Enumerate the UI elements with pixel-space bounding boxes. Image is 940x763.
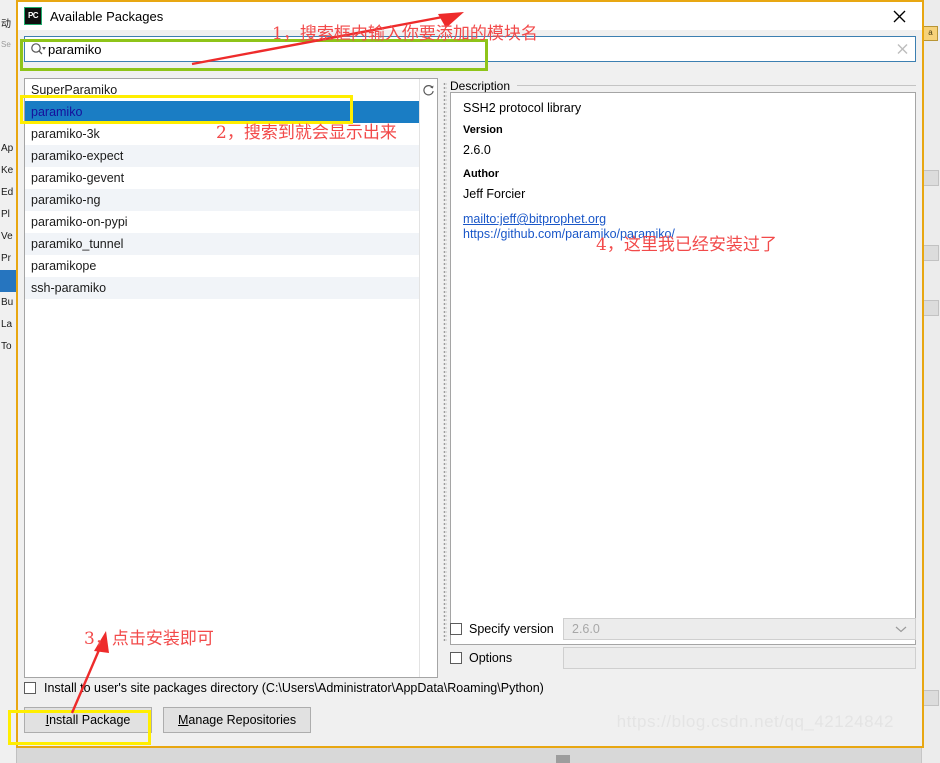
project-home-link[interactable]: https://github.com/paramiko/paramiko/ (463, 227, 905, 241)
version-value: 2.6.0 (463, 143, 491, 157)
search-row: paramiko (18, 30, 922, 62)
version-select[interactable]: 2.6.0 (563, 618, 916, 640)
dialog-footer: Install to user's site packages director… (24, 678, 916, 740)
bg-item: Ap (1, 143, 14, 154)
search-icon (30, 42, 46, 57)
package-list-item[interactable]: SuperParamiko (25, 79, 420, 101)
package-list-scrollbar[interactable] (419, 79, 437, 677)
dialog-title: Available Packages (50, 8, 164, 24)
options-checkbox[interactable] (450, 652, 462, 664)
package-list-panel: SuperParamiko paramiko paramiko-3k paramiko… (24, 78, 438, 678)
author-value: Jeff Forcier (463, 187, 526, 201)
author-label: Author (463, 168, 500, 180)
specify-version-label: Specify version (469, 622, 554, 636)
install-button-label: nstall Package (49, 713, 131, 727)
bg-item: Se (1, 40, 11, 49)
package-list-item[interactable]: paramiko-expect (25, 145, 420, 167)
bg-item: Ed (1, 187, 14, 198)
package-list[interactable]: SuperParamiko paramiko paramiko-3k paramiko… (25, 79, 420, 677)
dialog-titlebar: PC Available Packages (18, 2, 922, 30)
footer-buttons: Install Package Manage Repositories (24, 707, 916, 733)
pycharm-icon: PC (24, 7, 42, 25)
bg-item: Bu (1, 297, 14, 308)
specify-version-row: Specify version 2.6.0 (450, 618, 916, 640)
options-row: Options (450, 647, 916, 669)
available-packages-dialog: PC Available Packages paramiko SuperPara… (16, 0, 924, 748)
close-button[interactable] (876, 2, 922, 30)
search-input[interactable]: paramiko (24, 36, 916, 62)
background-scroll-segment (922, 170, 939, 186)
pane-splitter[interactable] (440, 78, 450, 678)
taskbar-nub (556, 755, 570, 763)
close-icon (893, 10, 905, 22)
description-panel: Description SSH2 protocol library Versio… (450, 78, 916, 678)
description-content: SSH2 protocol library Version 2.6.0 Auth… (450, 92, 916, 645)
bg-item-selected (0, 270, 16, 292)
background-ide-left-strip: 动 Se Ap Ke Ed Pl Ve Pr Bu La To (0, 0, 17, 763)
manage-repositories-button[interactable]: Manage Repositories (163, 707, 312, 733)
legend-divider (517, 85, 916, 86)
bg-item: Ve (1, 231, 13, 242)
package-list-item[interactable]: ssh-paramiko (25, 277, 420, 299)
user-site-row: Install to user's site packages director… (24, 678, 916, 698)
options-input[interactable] (563, 647, 916, 669)
options-label: Options (469, 651, 513, 665)
bg-item: Pl (1, 209, 10, 220)
package-list-item[interactable]: paramiko-gevent (25, 167, 420, 189)
bg-item: Ke (1, 165, 14, 176)
package-list-item[interactable]: paramiko-3k (25, 123, 420, 145)
refresh-icon (423, 84, 434, 95)
description-legend: Description (450, 78, 916, 93)
description-legend-label: Description (450, 78, 518, 93)
bg-item: La (1, 319, 13, 330)
user-site-checkbox[interactable] (24, 682, 36, 694)
package-list-item[interactable]: paramiko-ng (25, 189, 420, 211)
bg-item: 动 (1, 19, 11, 30)
package-list-item-selected[interactable]: paramiko (25, 101, 420, 123)
background-tool-icon: a (923, 26, 938, 41)
background-scroll-segment (922, 245, 939, 261)
install-options: Specify version 2.6.0 Options (450, 618, 916, 678)
splitter-grip (443, 82, 447, 642)
author-email-link[interactable]: mailto:jeff@bitprophet.org (463, 212, 905, 226)
chevron-down-icon (895, 622, 907, 636)
clear-icon[interactable] (896, 43, 909, 56)
bg-item: Pr (1, 253, 11, 264)
manage-button-mnemonic: M (178, 713, 189, 727)
user-site-label: Install to user's site packages director… (44, 681, 544, 695)
background-scroll-segment (922, 300, 939, 316)
version-label: Version (463, 124, 503, 136)
package-list-item[interactable]: paramiko_tunnel (25, 233, 420, 255)
description-group: Description SSH2 protocol library Versio… (450, 78, 916, 645)
install-package-button[interactable]: Install Package (24, 707, 152, 733)
package-list-item[interactable]: paramikope (25, 255, 420, 277)
refresh-button[interactable] (420, 79, 437, 101)
bg-item: To (1, 341, 12, 352)
version-select-value: 2.6.0 (572, 622, 600, 636)
manage-button-label: anage Repositories (188, 713, 297, 727)
content-split: SuperParamiko paramiko paramiko-3k paramiko… (24, 78, 916, 746)
package-list-item[interactable]: paramiko-on-pypi (25, 211, 420, 233)
specify-version-checkbox[interactable] (450, 623, 462, 635)
search-input-value: paramiko (48, 41, 102, 57)
package-summary: SSH2 protocol library (463, 101, 582, 115)
background-scroll-segment (922, 690, 939, 706)
